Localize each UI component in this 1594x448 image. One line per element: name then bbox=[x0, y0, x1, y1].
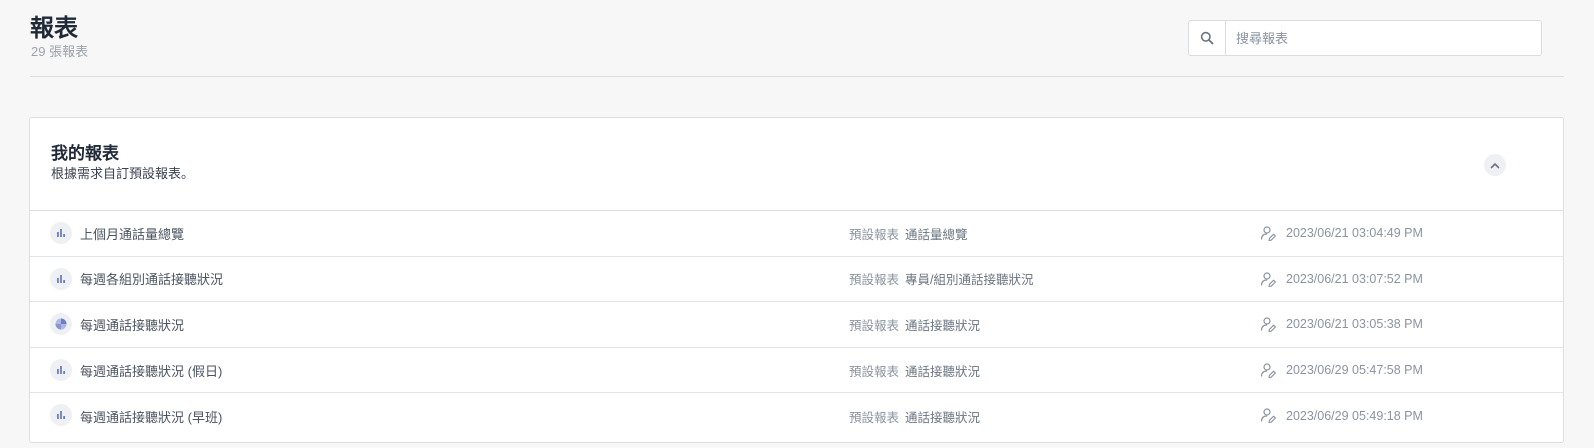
section-description: 根據需求自訂預設報表。 bbox=[51, 166, 195, 181]
report-template: 專員/組別通話接聽狀況 bbox=[905, 273, 1034, 288]
bar-chart-icon bbox=[50, 267, 72, 290]
report-type-label: 預設報表 bbox=[849, 410, 900, 425]
report-type-label: 預設報表 bbox=[849, 318, 900, 333]
bar-chart-icon bbox=[50, 222, 72, 244]
report-type-label: 預設報表 bbox=[849, 227, 900, 242]
report-row[interactable]: 上個月通話量總覽 預設報表 通話量總覽 2023/06/21 03:04:49 PM bbox=[30, 211, 1563, 257]
card-header: 我的報表 根據需求自訂預設報表。 bbox=[30, 118, 1563, 211]
report-row[interactable]: 每週通話接聽狀況 (假日) 預設報表 通話接聽狀況 2023/06/29 05:47:… bbox=[30, 348, 1563, 394]
search-box bbox=[1188, 20, 1542, 56]
report-template: 通話接聽狀況 bbox=[905, 364, 981, 379]
collapse-button[interactable] bbox=[1484, 154, 1506, 176]
search-button[interactable] bbox=[1189, 21, 1226, 55]
report-name[interactable]: 每週通話接聽狀況 (早班) bbox=[80, 407, 222, 426]
my-reports-card: 我的報表 根據需求自訂預設報表。 上個月通話量總覽 預設報表 通話量總覽 2023/0… bbox=[29, 117, 1564, 443]
report-updated-time: 2023/06/21 03:05:38 PM bbox=[1286, 317, 1423, 332]
report-list: 上個月通話量總覽 預設報表 通話量總覽 2023/06/21 03:04:49 PM 每… bbox=[30, 211, 1563, 439]
report-updated-time: 2023/06/21 03:07:52 PM bbox=[1286, 271, 1423, 286]
report-template: 通話接聽狀況 bbox=[905, 410, 981, 425]
report-template: 通話量總覽 bbox=[905, 227, 968, 242]
report-row[interactable]: 每週通話接聽狀況 預設報表 通話接聽狀況 2023/06/21 03:05:38 PM bbox=[30, 302, 1563, 348]
user-edit-icon bbox=[1260, 225, 1277, 242]
report-type-label: 預設報表 bbox=[849, 273, 900, 288]
page-title: 報表 bbox=[30, 15, 78, 42]
user-edit-icon bbox=[1260, 271, 1277, 288]
report-row[interactable]: 每週各組別通話接聽狀況 預設報表 專員/組別通話接聽狀況 2023/06/21 03:… bbox=[30, 257, 1563, 303]
user-edit-icon bbox=[1260, 362, 1277, 379]
search-input[interactable] bbox=[1226, 21, 1541, 55]
report-updated-time: 2023/06/29 05:49:18 PM bbox=[1286, 409, 1423, 424]
section-title: 我的報表 bbox=[51, 144, 119, 163]
pie-chart-icon bbox=[50, 313, 72, 336]
search-icon bbox=[1200, 31, 1214, 45]
report-updated-time: 2023/06/29 05:47:58 PM bbox=[1286, 363, 1423, 378]
report-count: 29 張報表 bbox=[31, 44, 89, 59]
report-template: 通話接聽狀況 bbox=[905, 318, 981, 333]
report-name[interactable]: 每週通話接聽狀況 (假日) bbox=[80, 361, 222, 380]
report-name[interactable]: 每週各組別通話接聽狀況 bbox=[80, 269, 223, 288]
chevron-up-icon bbox=[1490, 162, 1500, 168]
user-edit-icon bbox=[1260, 407, 1277, 424]
report-name[interactable]: 上個月通話量總覽 bbox=[80, 224, 184, 243]
report-updated-time: 2023/06/21 03:04:49 PM bbox=[1286, 226, 1423, 241]
report-row[interactable]: 每週通話接聽狀況 (早班) 預設報表 通話接聽狀況 2023/06/29 05:49:… bbox=[30, 393, 1563, 439]
user-edit-icon bbox=[1260, 316, 1277, 333]
report-name[interactable]: 每週通話接聽狀況 bbox=[80, 315, 184, 334]
report-type-label: 預設報表 bbox=[849, 364, 900, 379]
bar-chart-icon bbox=[50, 358, 72, 381]
bar-chart-icon bbox=[50, 404, 72, 427]
